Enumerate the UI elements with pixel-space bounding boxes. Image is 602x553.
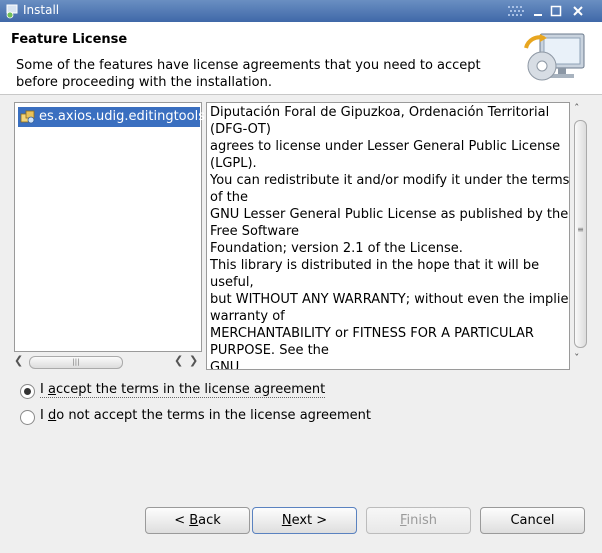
license-text-area[interactable]: Diputación Foral de Gipuzkoa, Ordenación… <box>206 102 570 370</box>
window-titlebar: Install <box>0 0 602 22</box>
cancel-button[interactable]: Cancel <box>480 507 585 534</box>
feature-label: es.axios.udig.editingtools <box>39 109 205 124</box>
license-line: This library is distributed in the hope … <box>210 258 540 273</box>
scroll-up-icon[interactable]: ˆ <box>574 102 580 115</box>
next-button[interactable]: Next > <box>252 507 357 534</box>
license-line: GNU Lesser General Public License as pub… <box>210 207 569 222</box>
license-line: (DFG-OT) <box>210 122 271 137</box>
list-item-feature[interactable]: es.axios.udig.editingtools <box>18 107 205 127</box>
page-title: Feature License <box>11 32 128 47</box>
scroll-left-icon[interactable]: ❮ <box>174 354 183 367</box>
license-line: MERCHANTABILITY or FITNESS FOR A PARTICU… <box>210 326 534 341</box>
license-line: GNU <box>210 360 240 370</box>
back-button[interactable]: < Back <box>145 507 250 534</box>
window-decoration-icon <box>508 6 524 16</box>
decline-radio-label[interactable]: I do not accept the terms in the license… <box>40 408 371 423</box>
license-line: useful, <box>210 275 254 290</box>
feature-icon <box>20 110 35 124</box>
feature-list-hscrollbar[interactable]: ❮ ||| ❮ ❯ <box>14 354 200 370</box>
minimize-icon[interactable] <box>530 3 546 19</box>
wizard-header: Feature License Some of the features hav… <box>0 22 602 95</box>
decline-radio[interactable] <box>20 410 35 425</box>
finish-button[interactable]: Finish <box>366 507 471 534</box>
scroll-thumb[interactable]: ≡ <box>574 120 587 348</box>
close-icon[interactable] <box>570 3 586 19</box>
accept-radio-label[interactable]: I accept the terms in the license agreem… <box>40 382 326 398</box>
license-line: Free Software <box>210 224 300 239</box>
install-wizard-banner-icon <box>524 33 585 81</box>
radio-selected-dot <box>24 388 31 395</box>
scroll-left-icon[interactable]: ❮ <box>14 354 26 370</box>
license-line: PURPOSE. See the <box>210 343 329 358</box>
scroll-thumb[interactable]: ||| <box>29 356 123 369</box>
license-line: of the <box>210 190 248 205</box>
scroll-right-icon[interactable]: ❯ <box>189 354 198 367</box>
scroll-down-icon[interactable]: ˇ <box>574 352 580 365</box>
maximize-icon[interactable] <box>548 3 564 19</box>
license-line: Foundation; version 2.1 of the License. <box>210 241 463 256</box>
license-line: Diputación Foral de Gipuzkoa, Ordenación… <box>210 105 550 120</box>
license-line: You can redistribute it and/or modify it… <box>210 173 570 188</box>
window-title: Install <box>23 3 60 17</box>
page-description: Some of the features have license agreem… <box>16 58 481 90</box>
license-line: (LGPL). <box>210 156 257 171</box>
license-line: but WITHOUT ANY WARRANTY; without even t… <box>210 292 570 307</box>
license-vscrollbar[interactable]: ˆ ≡ ˇ <box>572 102 588 368</box>
accept-radio[interactable] <box>20 384 35 399</box>
license-line: agrees to license under Lesser General P… <box>210 139 561 154</box>
install-icon <box>6 4 18 19</box>
feature-list[interactable]: es.axios.udig.editingtools <box>14 102 205 352</box>
license-line: warranty of <box>210 309 285 324</box>
grip-icon: ≡ <box>577 225 584 234</box>
